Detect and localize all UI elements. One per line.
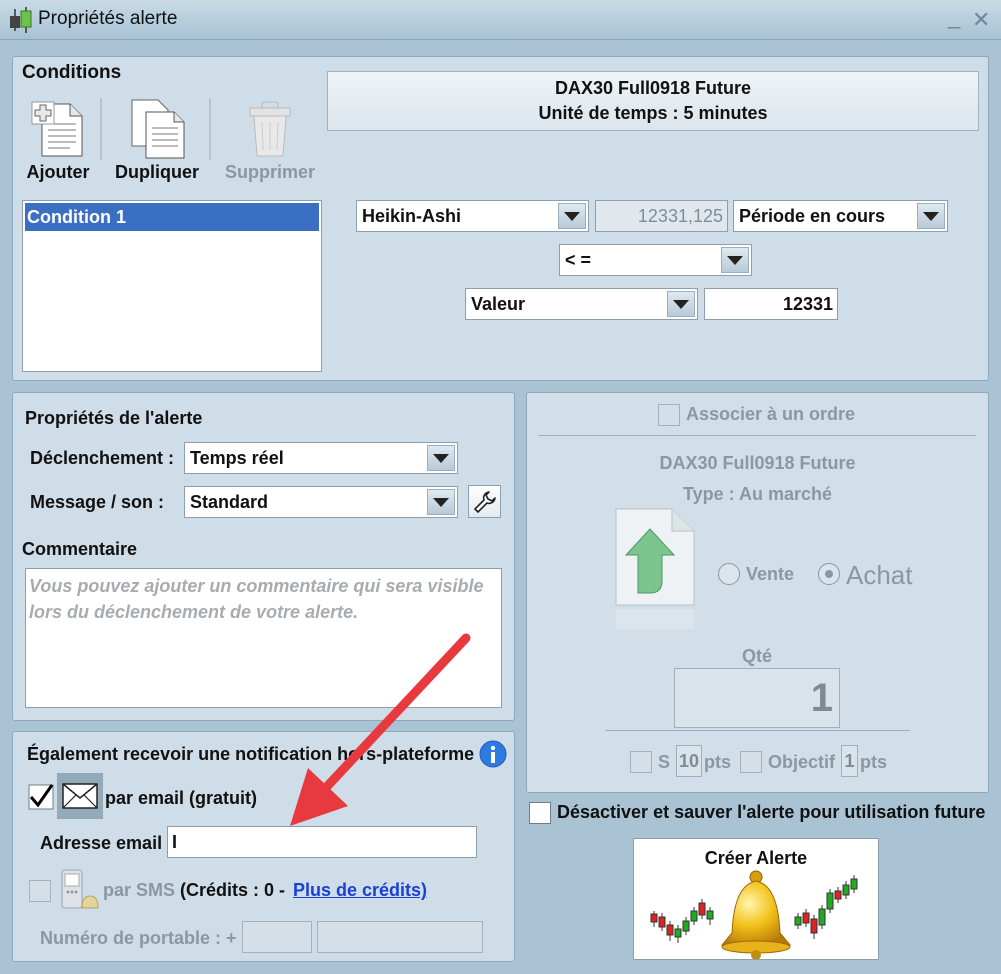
instrument-header: DAX30 Full0918 Future Unité de temps : 5… xyxy=(327,71,979,131)
phone-label: Numéro de portable : + xyxy=(40,928,237,948)
instrument-name: DAX30 Full0918 Future xyxy=(554,78,752,98)
chevron-down-icon xyxy=(667,291,695,317)
chevron-down-icon xyxy=(917,203,945,229)
sell-label: Vente xyxy=(746,564,795,584)
stop-unit: pts xyxy=(704,752,731,772)
current-value-field: 12331,125 xyxy=(595,200,728,232)
operator-select[interactable]: < = xyxy=(559,244,752,276)
comment-heading: Commentaire xyxy=(22,539,138,559)
message-select[interactable]: Standard xyxy=(184,486,458,518)
delete-condition-button[interactable]: Supprimer xyxy=(218,98,322,183)
associate-order-label: Associer à un ordre xyxy=(686,404,856,424)
target-checkbox[interactable] xyxy=(740,751,762,773)
divider xyxy=(605,730,910,731)
chevron-down-icon xyxy=(558,203,586,229)
trigger-label: Déclenchement : xyxy=(30,448,175,468)
app-candle-icon xyxy=(10,7,32,33)
duplicate-condition-button[interactable]: Dupliquer xyxy=(108,98,206,183)
target-label: Objectif xyxy=(768,752,836,772)
conditions-list[interactable]: Condition 1 xyxy=(22,200,322,372)
duplicate-document-icon xyxy=(131,99,185,159)
toolbar-divider xyxy=(100,98,102,160)
country-code-input[interactable] xyxy=(242,921,312,953)
stop-label: S xyxy=(658,752,671,772)
operator-value: < = xyxy=(565,249,592,270)
qty-input[interactable]: 1 xyxy=(674,668,840,728)
window-title: Propriétés alerte xyxy=(38,8,178,29)
bell-chart-icon xyxy=(650,870,858,959)
associate-order-checkbox[interactable] xyxy=(658,404,680,426)
credits-text: (Crédits : 0 - xyxy=(180,880,286,900)
deactivate-label: Désactiver et sauver l'alerte pour utili… xyxy=(557,802,986,822)
title-bar: Propriétés alerte _ ✕ xyxy=(0,0,1001,40)
alert-properties-heading: Propriétés de l'alerte xyxy=(25,408,203,428)
value-type-value: Valeur xyxy=(471,293,526,314)
deactivate-checkbox[interactable] xyxy=(529,802,551,824)
message-value: Standard xyxy=(190,491,269,512)
sound-settings-button[interactable] xyxy=(468,485,501,518)
order-instrument: DAX30 Full0918 Future xyxy=(659,453,856,473)
conditions-heading: Conditions xyxy=(22,62,122,83)
sms-checkbox[interactable] xyxy=(29,880,51,902)
more-credits-link[interactable]: Plus de crédits) xyxy=(293,880,427,901)
email-checkbox[interactable] xyxy=(28,784,54,810)
toolbar-divider xyxy=(209,98,211,160)
buy-arrow-document-icon xyxy=(615,508,695,629)
qty-label: Qté xyxy=(742,646,773,666)
email-label: par email (gratuit) xyxy=(105,788,258,808)
address-label: Adresse email xyxy=(40,833,163,853)
trigger-value: Temps réel xyxy=(190,447,284,468)
phone-input[interactable] xyxy=(317,921,483,953)
envelope-icon xyxy=(62,783,98,809)
target-input[interactable]: 1 xyxy=(841,745,858,777)
trigger-select[interactable]: Temps réel xyxy=(184,442,458,474)
delete-label: Supprimer xyxy=(224,162,316,182)
target-unit: pts xyxy=(860,752,887,772)
message-label: Message / son : xyxy=(30,492,165,512)
indicator-value: Heikin-Ashi xyxy=(362,205,462,226)
email-input[interactable]: I xyxy=(167,826,477,858)
wrench-icon xyxy=(473,490,496,513)
info-icon[interactable] xyxy=(479,740,507,768)
chevron-down-icon xyxy=(427,445,455,471)
duplicate-label: Dupliquer xyxy=(115,162,199,182)
annotation-arrow xyxy=(290,633,471,826)
stop-checkbox[interactable] xyxy=(630,751,652,773)
period-value: Période en cours xyxy=(739,205,886,226)
sms-label: par SMS xyxy=(103,880,176,900)
create-alert-button[interactable]: Créer Alerte xyxy=(633,838,879,960)
chevron-down-icon xyxy=(721,247,749,273)
divider xyxy=(538,435,976,436)
value-type-select[interactable]: Valeur xyxy=(465,288,698,320)
period-select[interactable]: Période en cours xyxy=(733,200,948,232)
sell-radio[interactable] xyxy=(718,563,740,585)
minimize-button[interactable]: _ xyxy=(948,4,960,30)
add-label: Ajouter xyxy=(26,162,90,182)
buy-label: Achat xyxy=(846,560,913,590)
list-item[interactable]: Condition 1 xyxy=(25,203,319,231)
indicator-select[interactable]: Heikin-Ashi xyxy=(356,200,589,232)
mobile-phone-icon xyxy=(61,869,99,909)
create-alert-label: Créer Alerte xyxy=(704,848,808,868)
threshold-input[interactable]: 12331 xyxy=(704,288,838,320)
timeframe-label: Unité de temps : 5 minutes xyxy=(538,103,768,123)
close-button[interactable]: ✕ xyxy=(972,7,990,33)
add-document-icon xyxy=(31,101,83,157)
stop-input[interactable]: 10 xyxy=(676,745,702,777)
add-condition-button[interactable]: Ajouter xyxy=(20,98,96,183)
chevron-down-icon xyxy=(427,489,455,515)
buy-radio[interactable] xyxy=(818,563,840,585)
order-type: Type : Au marché xyxy=(682,484,833,504)
trash-icon xyxy=(249,101,291,157)
email-toggle[interactable] xyxy=(57,773,103,819)
